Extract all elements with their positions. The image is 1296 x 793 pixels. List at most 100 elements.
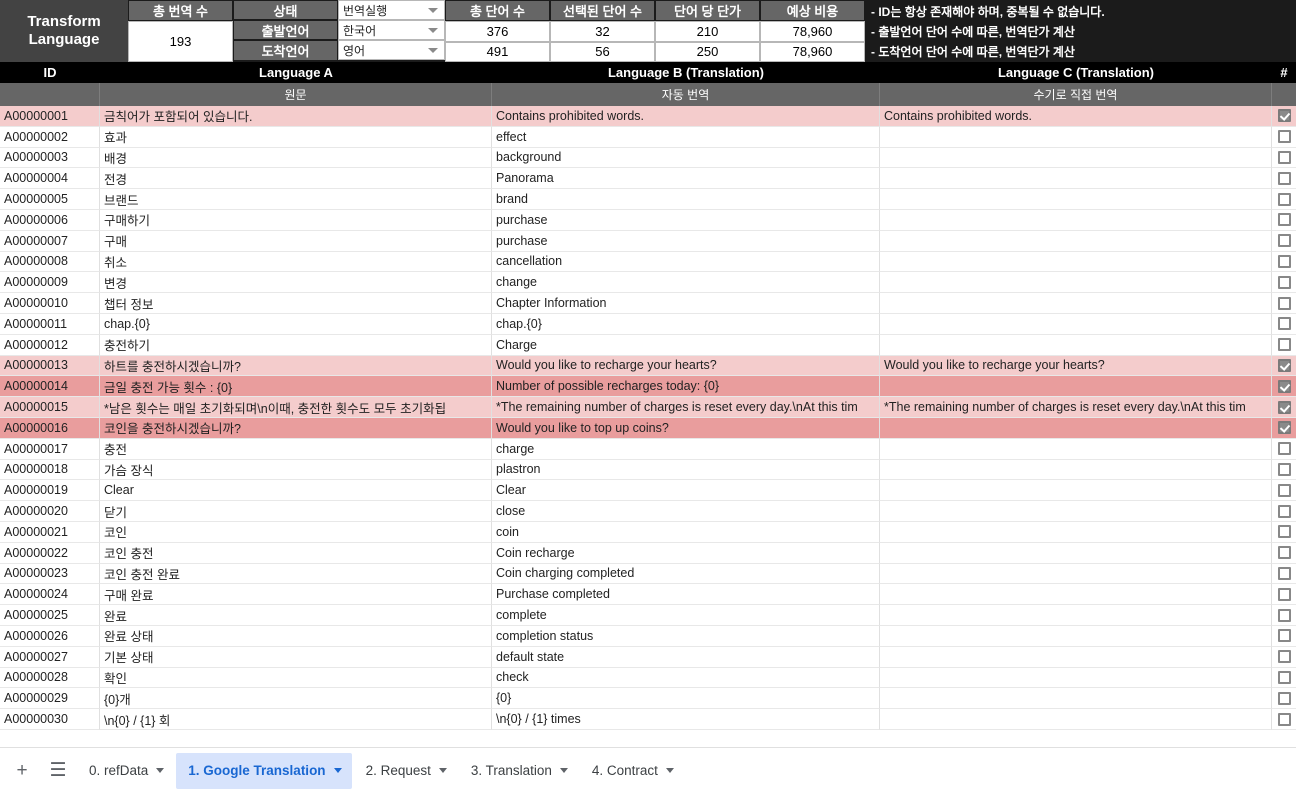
cell-language-a[interactable]: 구매 (100, 230, 492, 252)
cell-id[interactable]: A00000020 (0, 501, 100, 522)
cell-language-a[interactable]: 취소 (100, 251, 492, 273)
checkbox-unchecked-icon[interactable] (1277, 525, 1291, 539)
cell-language-a[interactable]: 브랜드 (100, 189, 492, 210)
cell-language-b[interactable]: purchase (492, 230, 880, 252)
cell-language-c[interactable] (880, 688, 1272, 710)
cell-language-c[interactable] (880, 417, 1272, 439)
row-checkbox-cell[interactable] (1272, 397, 1296, 418)
cell-id[interactable]: A00000011 (0, 313, 100, 335)
cell-language-a[interactable]: 가슴 장식 (100, 459, 492, 481)
cell-language-b[interactable]: Clear (492, 480, 880, 502)
cell-id[interactable]: A00000026 (0, 625, 100, 647)
table-row[interactable]: A00000013 하트를 충전하시겠습니까? Would you like to … (0, 355, 1296, 377)
sheet-tab[interactable]: 4. Contract (580, 753, 684, 789)
row-checkbox-cell[interactable] (1272, 501, 1296, 522)
checkbox-unchecked-icon[interactable] (1277, 462, 1291, 476)
row-checkbox-cell[interactable] (1272, 709, 1296, 730)
row-checkbox-cell[interactable] (1272, 126, 1296, 148)
row-checkbox-cell[interactable] (1272, 542, 1296, 564)
cell-id[interactable]: A00000027 (0, 646, 100, 668)
table-row[interactable]: A00000024 구매 완료 Purchase completed (0, 584, 1296, 606)
cell-id[interactable]: A00000015 (0, 397, 100, 418)
sheet-tab[interactable]: 3. Translation (459, 753, 578, 789)
cell-language-b[interactable]: Would you like to recharge your hearts? (492, 355, 880, 377)
metric-value-row1[interactable]: 78,960 (760, 21, 865, 42)
table-row[interactable]: A00000003 배경 background (0, 147, 1296, 169)
checkbox-unchecked-icon[interactable] (1277, 691, 1291, 705)
cell-language-b[interactable]: purchase (492, 209, 880, 231)
table-row[interactable]: A00000019 Clear Clear (0, 480, 1296, 502)
checkbox-unchecked-icon[interactable] (1277, 504, 1291, 518)
target-language-dropdown[interactable]: 영어 (338, 40, 445, 60)
row-checkbox-cell[interactable] (1272, 521, 1296, 543)
sheet-tab[interactable]: 0. refData (77, 753, 174, 789)
cell-language-c[interactable] (880, 334, 1272, 356)
cell-language-c[interactable] (880, 584, 1272, 606)
table-row[interactable]: A00000006 구매하기 purchase (0, 209, 1296, 231)
cell-language-c[interactable] (880, 438, 1272, 460)
cell-id[interactable]: A00000010 (0, 293, 100, 314)
cell-language-a[interactable]: 코인 충전 (100, 542, 492, 564)
column-header-language-a[interactable]: Language A (100, 62, 492, 83)
total-translations-value[interactable]: 193 (128, 21, 233, 62)
row-checkbox-cell[interactable] (1272, 147, 1296, 169)
cell-id[interactable]: A00000022 (0, 542, 100, 564)
row-checkbox-cell[interactable] (1272, 688, 1296, 710)
checkbox-unchecked-icon[interactable] (1277, 213, 1291, 227)
cell-id[interactable]: A00000018 (0, 459, 100, 481)
row-checkbox-cell[interactable] (1272, 459, 1296, 481)
cell-language-a[interactable]: 코인 충전 완료 (100, 563, 492, 585)
cell-language-c[interactable]: *The remaining number of charges is rese… (880, 397, 1272, 418)
row-checkbox-cell[interactable] (1272, 625, 1296, 647)
column-header-id[interactable]: ID (0, 62, 100, 83)
checkbox-unchecked-icon[interactable] (1277, 317, 1291, 331)
cell-language-c[interactable] (880, 501, 1272, 522)
chevron-down-icon[interactable] (156, 768, 165, 773)
cell-language-b[interactable]: brand (492, 189, 880, 210)
cell-language-b[interactable]: Charge (492, 334, 880, 356)
cell-language-c[interactable] (880, 667, 1272, 689)
table-row[interactable]: A00000021 코인 coin (0, 521, 1296, 543)
all-sheets-icon[interactable]: ☰ (40, 753, 76, 789)
cell-language-a[interactable]: 금일 충전 가능 횟수 : {0} (100, 376, 492, 398)
checkbox-unchecked-icon[interactable] (1277, 587, 1291, 601)
row-checkbox-cell[interactable] (1272, 209, 1296, 231)
table-row[interactable]: A00000004 전경 Panorama (0, 168, 1296, 190)
cell-id[interactable]: A00000017 (0, 438, 100, 460)
table-row[interactable]: A00000008 취소 cancellation (0, 251, 1296, 273)
table-row[interactable]: A00000028 확인 check (0, 667, 1296, 689)
table-row[interactable]: A00000002 효과 effect (0, 126, 1296, 148)
cell-language-a[interactable]: \n{0} / {1} 회 (100, 709, 492, 730)
row-checkbox-cell[interactable] (1272, 230, 1296, 252)
row-checkbox-cell[interactable] (1272, 334, 1296, 356)
cell-language-b[interactable]: default state (492, 646, 880, 668)
table-row[interactable]: A00000010 챕터 정보 Chapter Information (0, 293, 1296, 314)
cell-language-c[interactable] (880, 189, 1272, 210)
row-checkbox-cell[interactable] (1272, 605, 1296, 626)
cell-language-b[interactable]: Chapter Information (492, 293, 880, 314)
cell-language-c[interactable] (880, 459, 1272, 481)
cell-language-a[interactable]: 구매하기 (100, 209, 492, 231)
cell-id[interactable]: A00000003 (0, 147, 100, 169)
table-row[interactable]: A00000001 금칙어가 포함되어 있습니다. Contains prohibi… (0, 106, 1296, 127)
checkbox-unchecked-icon[interactable] (1277, 296, 1291, 310)
source-language-dropdown[interactable]: 한국어 (338, 20, 445, 40)
cell-language-b[interactable]: effect (492, 126, 880, 148)
cell-language-a[interactable]: 닫기 (100, 501, 492, 522)
row-checkbox-cell[interactable] (1272, 106, 1296, 127)
checkbox-unchecked-icon[interactable] (1277, 566, 1291, 580)
cell-id[interactable]: A00000016 (0, 417, 100, 439)
checkbox-checked-icon[interactable] (1277, 400, 1291, 414)
cell-language-a[interactable]: 충전 (100, 438, 492, 460)
cell-language-b[interactable]: \n{0} / {1} times (492, 709, 880, 730)
checkbox-unchecked-icon[interactable] (1277, 338, 1291, 352)
cell-language-c[interactable] (880, 521, 1272, 543)
table-row[interactable]: A00000009 변경 change (0, 272, 1296, 294)
data-grid[interactable]: A00000001 금칙어가 포함되어 있습니다. Contains prohibi… (0, 106, 1296, 730)
cell-id[interactable]: A00000012 (0, 334, 100, 356)
cell-id[interactable]: A00000002 (0, 126, 100, 148)
cell-id[interactable]: A00000006 (0, 209, 100, 231)
chevron-down-icon[interactable] (559, 768, 568, 773)
table-row[interactable]: A00000026 완료 상태 completion status (0, 625, 1296, 647)
cell-language-a[interactable]: 구매 완료 (100, 584, 492, 606)
